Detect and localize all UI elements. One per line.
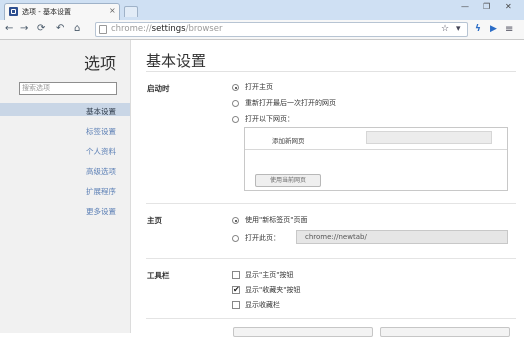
show-favorites-button-checkbox[interactable] (232, 285, 240, 294)
dropdown-icon[interactable]: ▾ (456, 24, 461, 35)
new-tab-button[interactable] (124, 6, 138, 17)
homepage-option-label: 打开此页： (245, 234, 280, 242)
partial-button[interactable] (233, 327, 373, 337)
startup-heading: 启动时 (147, 84, 170, 93)
startup-option-label: 重新打开最后一次打开的网页 (245, 99, 336, 107)
undo-button[interactable]: ↶ (56, 23, 64, 35)
bolt-icon[interactable]: ϟ (475, 24, 481, 35)
play-icon[interactable]: ▶ (490, 24, 497, 35)
menu-icon[interactable]: ≡ (505, 24, 513, 35)
sidebar-item-tabs[interactable]: 标签设置 (86, 126, 116, 137)
startup-radio-pages[interactable] (232, 116, 239, 123)
startup-radio-restore[interactable] (232, 100, 239, 107)
tab-close-icon[interactable]: × (109, 6, 116, 15)
checkbox-label: 显示收藏栏 (245, 301, 280, 309)
show-home-button-checkbox[interactable] (232, 271, 240, 279)
restore-button[interactable]: ❐ (483, 2, 490, 11)
search-input[interactable] (19, 82, 117, 95)
sidebar-item-more[interactable]: 更多设置 (86, 206, 116, 217)
star-icon[interactable]: ☆ (441, 24, 449, 35)
divider (146, 318, 516, 319)
page-title: 基本设置 (146, 52, 207, 70)
sidebar-item-advanced[interactable]: 高级选项 (86, 166, 116, 177)
divider (245, 149, 507, 150)
checkbox-label: 显示"收藏夹"按钮 (245, 286, 301, 294)
page-icon (99, 25, 107, 34)
sidebar: 选项 基本设置 标签设置 个人资料 高级选项 扩展程序 更多设置 (0, 40, 131, 333)
app-icon (9, 7, 18, 16)
address-bar[interactable]: chrome://settings/browser (95, 22, 468, 37)
toolbar-heading: 工具栏 (147, 271, 170, 280)
startup-pages-list: 添加新网页 使用当前网页 (244, 127, 508, 191)
homepage-option-label: 使用"新标签页"页面 (245, 216, 308, 224)
browser-toolbar: ← → ⟳ ↶ ⌂ chrome://settings/browser ☆ ▾ … (0, 20, 524, 40)
sidebar-item-basic[interactable]: 基本设置 (86, 106, 116, 117)
sidebar-item-extensions[interactable]: 扩展程序 (86, 186, 116, 197)
partial-button[interactable] (380, 327, 510, 337)
sidebar-title: 选项 (83, 54, 116, 73)
tab-settings[interactable]: 选项 - 基本设置 × (4, 3, 120, 20)
minimize-button[interactable]: — (461, 2, 469, 11)
homepage-radio-newtab[interactable] (232, 217, 239, 224)
back-button[interactable]: ← (5, 23, 13, 35)
homepage-heading: 主页 (147, 216, 162, 225)
home-button[interactable]: ⌂ (74, 23, 80, 35)
add-page-input[interactable] (366, 131, 492, 144)
divider (146, 71, 516, 72)
tab-title: 选项 - 基本设置 (22, 8, 71, 16)
title-bar: 选项 - 基本设置 × — ❐ ✕ (0, 0, 524, 20)
homepage-radio-url[interactable] (232, 235, 239, 242)
divider (146, 203, 516, 204)
homepage-url-field[interactable]: chrome://newtab/ (296, 230, 508, 244)
reload-button[interactable]: ⟳ (37, 23, 45, 35)
sidebar-item-profile[interactable]: 个人资料 (86, 146, 116, 157)
window-close-button[interactable]: ✕ (505, 2, 512, 11)
use-current-pages-button[interactable]: 使用当前网页 (255, 174, 321, 187)
show-bookmarks-bar-checkbox[interactable] (232, 301, 240, 309)
address-url[interactable]: chrome://settings/browser (111, 24, 222, 34)
add-page-label: 添加新网页 (272, 137, 305, 145)
forward-button[interactable]: → (20, 23, 28, 35)
startup-option-label: 打开以下网页： (245, 115, 294, 123)
checkbox-label: 显示"主页"按钮 (245, 271, 294, 279)
startup-option-label: 打开主页 (245, 83, 273, 91)
divider (146, 258, 516, 259)
startup-radio-homepage[interactable] (232, 84, 239, 91)
